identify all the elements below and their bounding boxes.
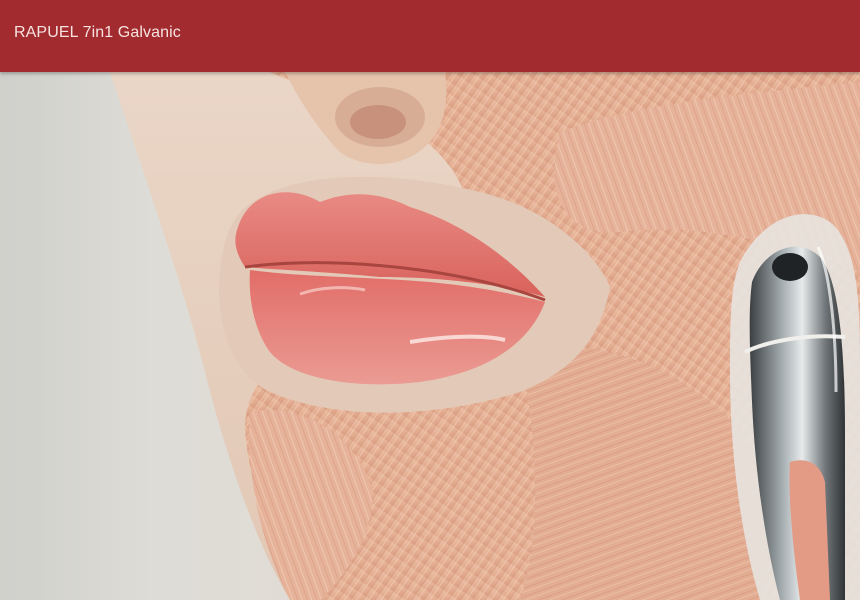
hero-illustration [0,72,860,600]
hero-image [0,72,860,600]
galvanic-device-icon [730,214,860,600]
app-window: RAPUEL 7in1 Galvanic [0,0,860,600]
app-title: RAPUEL 7in1 Galvanic [14,24,181,41]
app-header: RAPUEL 7in1 Galvanic [0,0,860,72]
